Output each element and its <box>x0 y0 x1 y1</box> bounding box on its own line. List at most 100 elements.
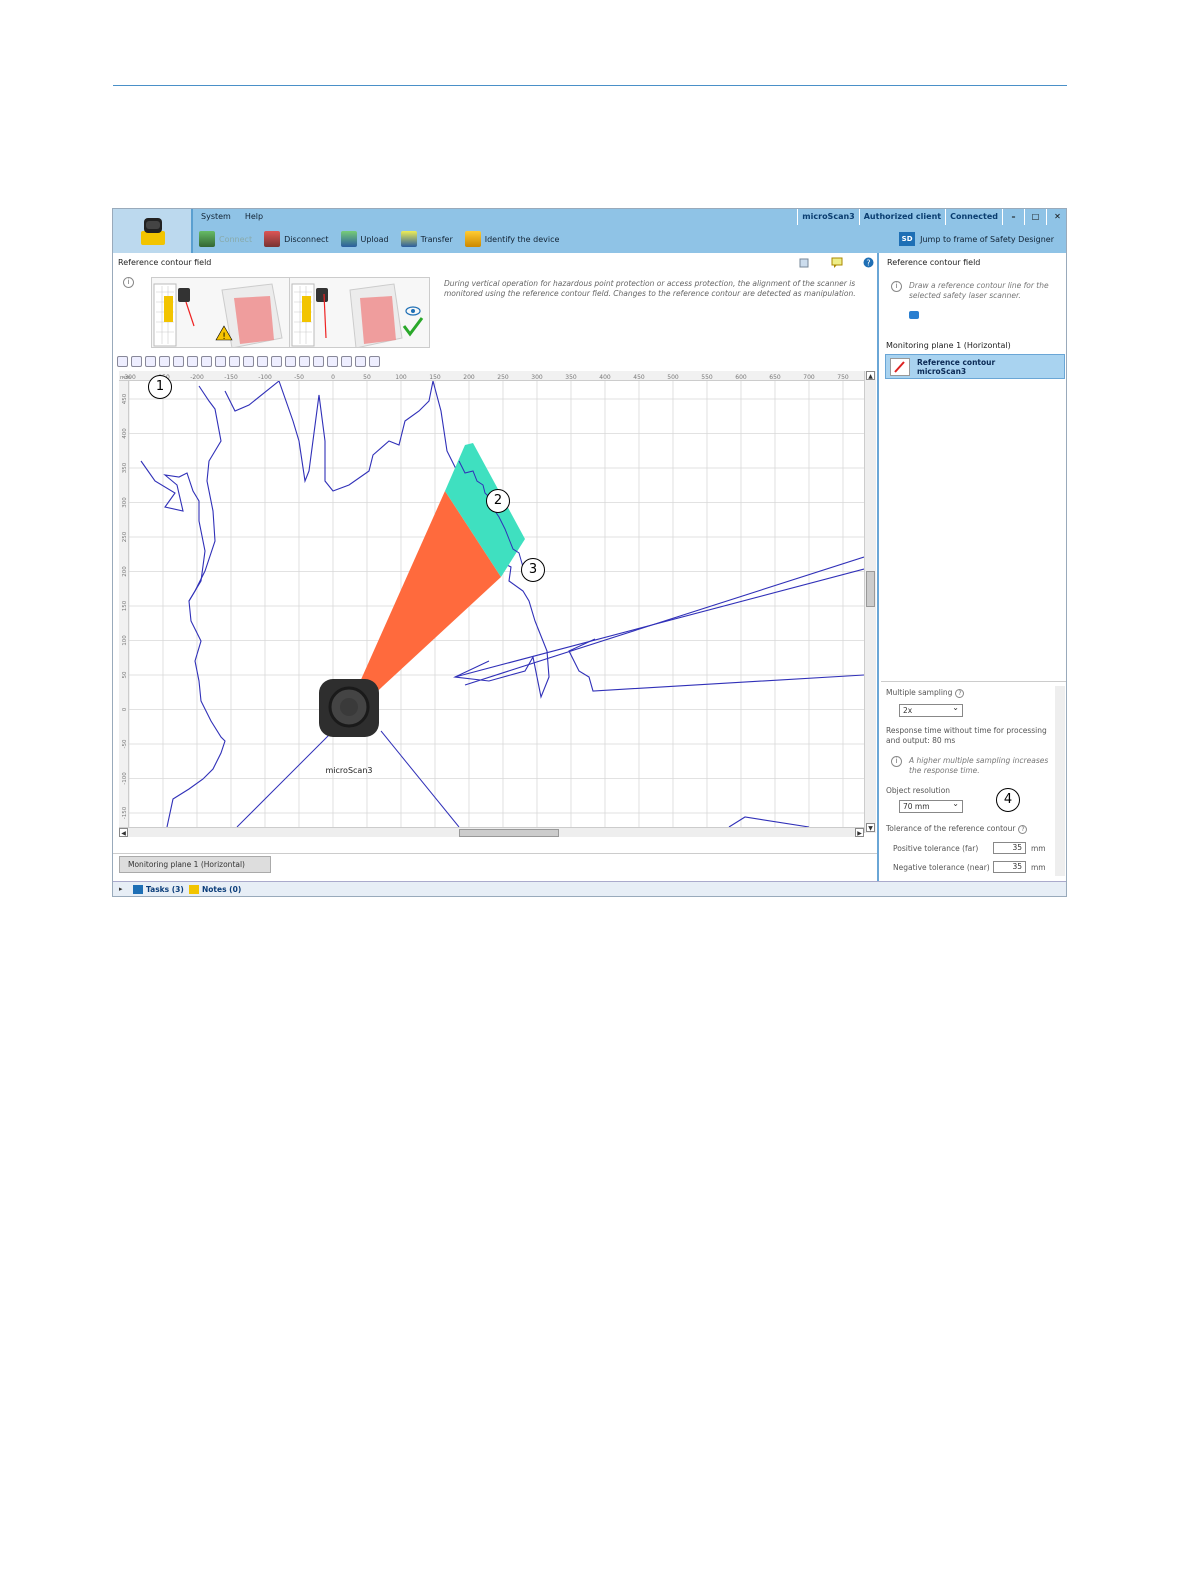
tasks-label: Tasks (3) <box>146 885 184 894</box>
ruler-x-label: 0 <box>331 374 335 381</box>
menu-system[interactable]: System <box>201 212 231 221</box>
ruler-y-label: 250 <box>122 531 128 542</box>
ruler-x-label: -150 <box>224 374 238 381</box>
positive-tolerance-label: Positive tolerance (far) <box>893 844 979 853</box>
tab-monitoring-plane-1[interactable]: Monitoring plane 1 (Horizontal) <box>119 856 271 873</box>
transfer-button[interactable]: Transfer <box>400 231 453 247</box>
identify-device-button[interactable]: Identify the device <box>464 231 559 247</box>
ruler-x-label: 300 <box>531 374 543 381</box>
ruler-y-label: -150 <box>122 806 128 819</box>
ruler-y-label: 400 <box>122 428 128 439</box>
multiple-sampling-select[interactable]: 2x <box>899 703 963 717</box>
vertical-ruler: 450 400 350 300 250 200 150 100 50 0 -50 -100 -150 <box>119 381 129 827</box>
object-resolution-select[interactable]: 70 mm <box>899 799 963 813</box>
zoom-fit-icon[interactable] <box>271 356 282 367</box>
scan-boundary-left <box>236 730 334 827</box>
device-logo <box>113 209 193 253</box>
vertical-scrollbar[interactable]: ▲ ▼ <box>864 371 876 833</box>
svg-text:?: ? <box>866 259 870 268</box>
contour-canvas[interactable]: microScan3 <box>129 381 864 827</box>
multiple-sampling-help-icon[interactable]: ? <box>955 689 965 698</box>
notes-button[interactable]: Notes (0) <box>189 885 241 894</box>
disconnect-button[interactable]: Disconnect <box>264 231 329 247</box>
help-icon[interactable]: ? <box>863 257 874 268</box>
positive-tolerance-input[interactable]: 35 <box>993 842 1026 854</box>
user-level[interactable]: Authorized client <box>858 209 945 225</box>
info-icon: i <box>123 277 134 288</box>
contour-drawing[interactable]: microScan3 <box>129 381 864 827</box>
zoom-area-icon[interactable] <box>285 356 296 367</box>
multiple-sampling-row: Multiple sampling? <box>886 688 965 698</box>
positive-tolerance-unit: mm <box>1031 844 1046 853</box>
view-icon[interactable] <box>799 258 809 268</box>
magnet-icon[interactable] <box>299 356 310 367</box>
ruler-x-label: 450 <box>633 374 645 381</box>
measured-contour-line-left <box>140 460 206 602</box>
maximize-button[interactable]: □ <box>1024 209 1046 225</box>
settings-wrench-icon[interactable] <box>355 356 366 367</box>
callout-3: 3 <box>521 558 545 582</box>
flag-icon <box>133 885 143 894</box>
upload-button[interactable]: Upload <box>340 231 389 247</box>
pan-hand-icon[interactable] <box>159 356 170 367</box>
comment-icon[interactable] <box>831 257 843 269</box>
scroll-up-icon[interactable]: ▲ <box>866 371 875 380</box>
disconnect-label: Disconnect <box>284 234 329 244</box>
reference-contour-list-item[interactable]: Reference contour microScan3 <box>885 354 1065 379</box>
settings-scrollbar[interactable] <box>1055 686 1065 876</box>
scroll-down-icon[interactable]: ▼ <box>866 823 875 832</box>
connect-button[interactable]: Connect <box>199 231 252 247</box>
ruler-y-label: 50 <box>122 671 128 678</box>
expand-arrow-icon[interactable]: ▸ <box>119 885 123 893</box>
ruler-x-label: -300 <box>122 374 136 381</box>
fill-bucket-icon[interactable] <box>229 356 240 367</box>
delete-icon[interactable] <box>187 356 198 367</box>
horizontal-ruler-scale: mm-300-250-200-150-100-50050100150200250… <box>120 374 849 381</box>
ruler-x-label: 250 <box>497 374 509 381</box>
canvas-help-icon[interactable] <box>369 356 380 367</box>
negative-tolerance-unit: mm <box>1031 863 1046 872</box>
properties-title: Reference contour field <box>887 258 981 267</box>
zoom-out-icon[interactable] <box>257 356 268 367</box>
select-pointer-icon[interactable] <box>145 356 156 367</box>
plane-tab-bar: Monitoring plane 1 (Horizontal) <box>113 853 877 875</box>
jump-label: Jump to frame of Safety Designer <box>920 234 1054 244</box>
redo-icon[interactable] <box>131 356 142 367</box>
scroll-right-icon[interactable]: ▶ <box>855 828 864 837</box>
measure-icon[interactable] <box>173 356 184 367</box>
ruler-x-label: 750 <box>837 374 849 381</box>
negative-tolerance-input[interactable]: 35 <box>993 861 1026 873</box>
horizontal-scroll-thumb[interactable] <box>459 829 559 837</box>
menu-help[interactable]: Help <box>245 212 263 221</box>
horizontal-scrollbar[interactable]: ◀ ▶ <box>119 827 864 837</box>
scroll-left-icon[interactable]: ◀ <box>119 828 128 837</box>
draw-contour-button[interactable] <box>909 311 919 319</box>
pencil-icon <box>890 358 910 376</box>
vertical-scroll-thumb[interactable] <box>866 571 875 607</box>
connect-icon <box>199 231 215 247</box>
safety-designer-window: System Help microScan3 Authorized client… <box>112 208 1067 897</box>
tolerance-help-icon[interactable]: ? <box>1018 825 1028 834</box>
page-top-rule <box>113 85 1067 86</box>
jump-to-frame-button[interactable]: SD Jump to frame of Safety Designer <box>899 232 1054 246</box>
ruler-y-label: 200 <box>122 566 128 577</box>
snap-icon[interactable] <box>313 356 324 367</box>
upload-label: Upload <box>360 234 389 244</box>
microscan3-device-icon[interactable] <box>319 679 379 737</box>
bottom-bar: ▸ Tasks (3) Notes (0) <box>113 881 1066 896</box>
svg-text:!: ! <box>222 332 226 342</box>
layers-icon[interactable] <box>341 356 352 367</box>
undo-icon[interactable] <box>117 356 128 367</box>
copy-icon[interactable] <box>215 356 226 367</box>
background-image-icon[interactable] <box>327 356 338 367</box>
zoom-in-icon[interactable] <box>243 356 254 367</box>
coordinates-icon[interactable] <box>201 356 212 367</box>
ruler-x-label: 50 <box>363 374 371 381</box>
ruler-x-label: 600 <box>735 374 747 381</box>
draw-instruction: Draw a reference contour line for the se… <box>909 281 1049 300</box>
reference-contour-item-text: Reference contour microScan3 <box>917 358 995 376</box>
menu-bar: System Help <box>201 212 263 221</box>
close-button[interactable]: ✕ <box>1046 209 1066 225</box>
minimize-button[interactable]: – <box>1002 209 1024 225</box>
tasks-button[interactable]: Tasks (3) <box>133 885 184 894</box>
